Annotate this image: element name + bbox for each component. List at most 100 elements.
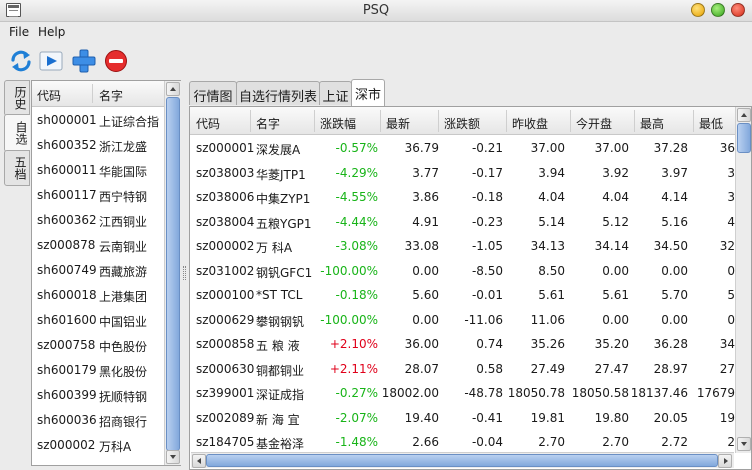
watchlist-row[interactable]: sz000758 中色股份 bbox=[32, 333, 164, 358]
cell-name: 基金裕泽 bbox=[256, 437, 305, 451]
tab-shanghai[interactable]: 上证 bbox=[319, 81, 352, 105]
quote-row[interactable]: sz000001 深发展A -0.57% 36.79 -0.21 37.00 37.00 37… bbox=[190, 136, 735, 161]
header-prev-close[interactable]: 昨收盘 bbox=[512, 115, 548, 132]
header-code[interactable]: 代码 bbox=[196, 115, 220, 132]
header-high[interactable]: 最高 bbox=[640, 115, 664, 132]
watchlist-row[interactable]: sh600117 西宁特钢 bbox=[32, 183, 164, 208]
cell-high: 3.97 bbox=[661, 165, 688, 180]
watchlist-row[interactable]: sh000001 上证综合指 bbox=[32, 108, 164, 133]
quote-row[interactable]: sz000002 万 科A -3.08% 33.08 -1.05 34.13 34.14 34… bbox=[190, 234, 735, 259]
cell-change-pct: -2.07% bbox=[335, 410, 378, 425]
quote-row[interactable]: sz038003 华菱JTP1 -4.29% 3.77 -0.17 3.94 3.92 3.9… bbox=[190, 161, 735, 186]
add-icon[interactable] bbox=[71, 48, 97, 74]
cell-high: 2.72 bbox=[661, 435, 688, 449]
refresh-icon[interactable] bbox=[8, 48, 34, 74]
cell-prev-close: 5.14 bbox=[538, 214, 565, 229]
quote-row[interactable]: sz038004 五粮YGP1 -4.44% 4.91 -0.23 5.14 5.12 5.1… bbox=[190, 210, 735, 235]
scroll-right-button[interactable] bbox=[718, 454, 732, 468]
side-tab-watchlist[interactable]: 自选 bbox=[4, 114, 30, 152]
header-name[interactable]: 名字 bbox=[99, 87, 123, 104]
close-button[interactable] bbox=[731, 3, 745, 17]
cell-prev-close: 2.70 bbox=[538, 435, 565, 449]
quote-row[interactable]: sz000630 铜都铜业 +2.11% 28.07 0.58 27.49 27.47 28.… bbox=[190, 357, 735, 382]
cell-last: 0.00 bbox=[412, 263, 439, 278]
quote-row[interactable]: sz038006 中集ZYP1 -4.55% 3.86 -0.18 4.04 4.04 4.1… bbox=[190, 185, 735, 210]
cell-high: 0.00 bbox=[661, 312, 688, 327]
cell-change: -0.01 bbox=[471, 288, 503, 302]
header-last[interactable]: 最新 bbox=[386, 115, 410, 132]
header-low[interactable]: 最低 bbox=[699, 115, 723, 132]
tab-shenzhen[interactable]: 深市 bbox=[351, 79, 385, 106]
quote-hscrollbar[interactable] bbox=[191, 452, 734, 468]
tab-watchlist-quotes[interactable]: 自选行情列表 bbox=[236, 81, 320, 105]
cell-change-pct: -0.18% bbox=[335, 288, 378, 302]
scroll-left-button[interactable] bbox=[192, 454, 206, 468]
watchlist-row[interactable]: sh600011 华能国际 bbox=[32, 158, 164, 183]
header-code[interactable]: 代码 bbox=[37, 87, 61, 104]
watchlist-row[interactable]: sz000878 云南铜业 bbox=[32, 233, 164, 258]
quote-vscrollbar[interactable] bbox=[735, 107, 751, 453]
quote-row[interactable]: sz000629 攀钢钢钒 -100.00% 0.00 -11.06 11.06 0.00 0… bbox=[190, 308, 735, 333]
scroll-up-button[interactable] bbox=[166, 82, 180, 96]
quote-row[interactable]: sz000858 五 粮 液 +2.10% 36.00 0.74 35.26 35.20 36… bbox=[190, 332, 735, 357]
splitter-handle[interactable] bbox=[183, 266, 186, 280]
cell-change-pct: -4.29% bbox=[335, 165, 378, 180]
quote-row[interactable]: sz031002 钢钒GFC1 -100.00% 0.00 -8.50 8.50 0.00 0… bbox=[190, 259, 735, 284]
header-open[interactable]: 今开盘 bbox=[576, 115, 612, 132]
cell-low: 32 bbox=[719, 239, 735, 253]
stock-name: 云南铜业 bbox=[99, 240, 148, 254]
side-tabs: 历史 自选 五档 bbox=[4, 80, 30, 200]
cell-prev-close: 37.00 bbox=[530, 141, 565, 155]
scroll-down-button[interactable] bbox=[737, 437, 751, 451]
side-tab-history[interactable]: 历史 bbox=[4, 80, 30, 116]
cell-change-pct: -0.57% bbox=[335, 141, 378, 155]
watchlist-row[interactable]: sh600362 江西铜业 bbox=[32, 208, 164, 233]
stop-icon[interactable] bbox=[103, 48, 129, 74]
quote-row[interactable]: sz000100 *ST TCL -0.18% 5.60 -0.01 5.61 5.61 5.… bbox=[190, 283, 735, 308]
watchlist-row[interactable]: sh600352 浙江龙盛 bbox=[32, 133, 164, 158]
watchlist-row[interactable]: sh600179 黑化股份 bbox=[32, 358, 164, 383]
stock-code: sh000001 bbox=[37, 113, 97, 127]
cell-change: 0.74 bbox=[476, 337, 503, 351]
menu-bar: File Help bbox=[0, 22, 752, 42]
hscroll-thumb[interactable] bbox=[206, 454, 718, 467]
cell-change-pct: -1.48% bbox=[335, 435, 378, 449]
minimize-button[interactable] bbox=[691, 3, 705, 17]
quote-row[interactable]: sz399001 深证成指 -0.27% 18002.00 -48.78 18050.78… bbox=[190, 381, 735, 406]
header-change[interactable]: 涨跌额 bbox=[444, 115, 480, 132]
play-icon[interactable] bbox=[38, 48, 64, 74]
cell-change-pct: -4.55% bbox=[335, 190, 378, 204]
menu-help[interactable]: Help bbox=[38, 25, 65, 39]
menu-file[interactable]: File bbox=[9, 25, 29, 39]
watchlist-row[interactable]: sh600018 上港集团 bbox=[32, 283, 164, 308]
stock-name: 华能国际 bbox=[99, 165, 148, 179]
cell-code: sz038004 bbox=[196, 214, 255, 229]
side-tab-level5[interactable]: 五档 bbox=[4, 150, 30, 186]
maximize-button[interactable] bbox=[711, 3, 725, 17]
quote-header: 代码 名字 涨跌幅 最新 涨跌额 昨收盘 今开盘 最高 最低 bbox=[190, 107, 735, 135]
cell-high: 36.28 bbox=[653, 337, 688, 351]
watchlist-scrollbar[interactable] bbox=[164, 81, 181, 465]
cell-last: 19.40 bbox=[404, 410, 439, 425]
watchlist-row[interactable]: sh601600 中国铝业 bbox=[32, 308, 164, 333]
watchlist-row[interactable]: sh600749 西藏旅游 bbox=[32, 258, 164, 283]
cell-prev-close: 34.13 bbox=[530, 239, 565, 253]
header-change-pct[interactable]: 涨跌幅 bbox=[320, 115, 356, 132]
scroll-down-button[interactable] bbox=[166, 450, 180, 464]
scroll-thumb[interactable] bbox=[737, 123, 751, 153]
stock-name: 西藏旅游 bbox=[99, 265, 148, 279]
cell-change: -0.18 bbox=[471, 190, 503, 204]
scroll-up-button[interactable] bbox=[737, 108, 751, 122]
tab-chart[interactable]: 行情图 bbox=[189, 81, 237, 105]
watchlist-row[interactable]: sh600399 抚顺特钢 bbox=[32, 383, 164, 408]
stock-name: 抚顺特钢 bbox=[99, 390, 148, 404]
cell-high: 5.16 bbox=[661, 214, 688, 229]
stock-name: 黑化股份 bbox=[99, 365, 148, 379]
watchlist-row[interactable]: sz000002 万科A bbox=[32, 433, 164, 458]
stock-code: sh600117 bbox=[37, 188, 97, 202]
scroll-thumb[interactable] bbox=[166, 97, 180, 451]
header-name[interactable]: 名字 bbox=[256, 115, 280, 132]
watchlist-row[interactable]: sh600036 招商银行 bbox=[32, 408, 164, 433]
quote-row[interactable]: sz002089 新 海 宜 -2.07% 19.40 -0.41 19.81 19.80 2… bbox=[190, 406, 735, 431]
quote-row[interactable]: sz184705 基金裕泽 -1.48% 2.66 -0.04 2.70 2.70 2.72 2 bbox=[190, 430, 735, 455]
